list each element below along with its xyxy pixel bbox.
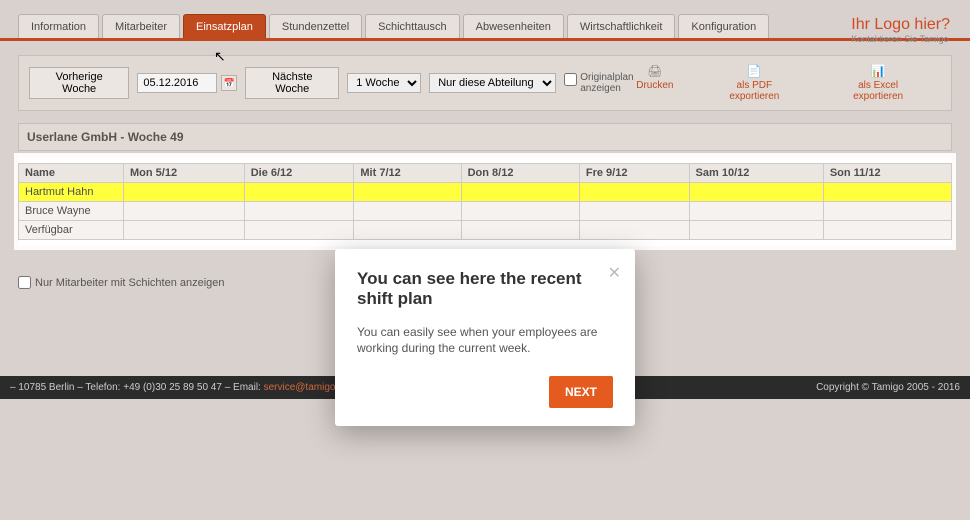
footer-left: – 10785 Berlin – Telefon: +49 (0)30 25 8…	[10, 382, 349, 393]
close-icon[interactable]: ✕	[608, 263, 621, 283]
modal-body: You can easily see when your employees a…	[357, 324, 613, 356]
schedule-cell[interactable]	[244, 183, 354, 202]
original-plan-checkbox[interactable]	[564, 73, 577, 86]
original-plan-toggle[interactable]: Originalplan anzeigen	[564, 72, 628, 94]
table-header: Mon 5/12	[124, 164, 245, 183]
tab-abwesenheiten[interactable]: Abwesenheiten	[463, 14, 564, 38]
schedule-cell[interactable]	[461, 183, 579, 202]
schedule-cell[interactable]	[354, 221, 461, 240]
schedule-cell[interactable]	[579, 221, 689, 240]
department-select[interactable]: Nur diese Abteilung	[429, 73, 556, 93]
schedule-table: NameMon 5/12Die 6/12Mit 7/12Don 8/12Fre …	[18, 163, 952, 240]
table-header: Die 6/12	[244, 164, 354, 183]
schedule-cell[interactable]	[579, 202, 689, 221]
print-button[interactable]: 🖨 Drucken	[636, 64, 673, 102]
schedule-cell[interactable]	[461, 221, 579, 240]
calendar-icon[interactable]: 📅	[221, 75, 237, 91]
toolbar: Vorherige Woche 📅 Nächste Woche 1 Woche …	[18, 55, 952, 111]
excel-icon: 📊	[835, 64, 921, 78]
schedule-cell[interactable]	[579, 183, 689, 202]
section-title: Userlane GmbH - Woche 49	[18, 123, 952, 151]
schedule-cell[interactable]	[823, 202, 951, 221]
schedule-cell[interactable]	[124, 202, 245, 221]
logo-area: Ihr Logo hier? Kontaktieren Sie Tamigo	[851, 16, 950, 44]
tab-mitarbeiter[interactable]: Mitarbeiter	[102, 14, 180, 38]
prev-week-button[interactable]: Vorherige Woche	[29, 67, 129, 99]
duration-select[interactable]: 1 Woche	[347, 73, 421, 93]
export-pdf-button[interactable]: 📄 als PDF exportieren	[713, 64, 795, 102]
date-input[interactable]	[137, 73, 217, 93]
pdf-icon: 📄	[713, 64, 795, 78]
logo-title: Ihr Logo hier?	[851, 16, 950, 34]
export-excel-button[interactable]: 📊 als Excel exportieren	[835, 64, 921, 102]
table-header: Sam 10/12	[689, 164, 823, 183]
schedule-cell[interactable]	[124, 183, 245, 202]
tab-stundenzettel[interactable]: Stundenzettel	[269, 14, 362, 38]
schedule-cell[interactable]	[354, 183, 461, 202]
row-name: Hartmut Hahn	[19, 183, 124, 202]
schedule-cell[interactable]	[689, 202, 823, 221]
table-header: Name	[19, 164, 124, 183]
schedule-cell[interactable]	[461, 202, 579, 221]
schedule-cell[interactable]	[823, 183, 951, 202]
export-group: 🖨 Drucken 📄 als PDF exportieren 📊 als Ex…	[636, 64, 941, 102]
schedule-cell[interactable]	[244, 221, 354, 240]
schedule-cell[interactable]	[823, 221, 951, 240]
tab-einsatzplan[interactable]: Einsatzplan	[183, 14, 266, 38]
table-header: Mit 7/12	[354, 164, 461, 183]
filter-shifts-label: Nur Mitarbeiter mit Schichten anzeigen	[35, 277, 225, 289]
row-name: Bruce Wayne	[19, 202, 124, 221]
schedule-table-panel: NameMon 5/12Die 6/12Mit 7/12Don 8/12Fre …	[18, 157, 952, 246]
modal-title: You can see here the recent shift plan	[357, 269, 613, 310]
schedule-cell[interactable]	[124, 221, 245, 240]
table-header: Fre 9/12	[579, 164, 689, 183]
schedule-cell[interactable]	[689, 183, 823, 202]
tab-wirtschaftlichkeit[interactable]: Wirtschaftlichkeit	[567, 14, 676, 38]
table-row[interactable]: Verfügbar	[19, 221, 952, 240]
filter-shifts-checkbox[interactable]	[18, 276, 31, 289]
tab-konfiguration[interactable]: Konfiguration	[678, 14, 769, 38]
table-header: Don 8/12	[461, 164, 579, 183]
tab-schichttausch[interactable]: Schichttausch	[365, 14, 459, 38]
print-icon: 🖨	[636, 64, 673, 78]
main-tabs: InformationMitarbeiterEinsatzplanStunden…	[0, 14, 970, 41]
date-picker[interactable]: 📅	[137, 73, 237, 93]
logo-subtitle: Kontaktieren Sie Tamigo	[851, 34, 950, 44]
schedule-cell[interactable]	[244, 202, 354, 221]
table-header-row: NameMon 5/12Die 6/12Mit 7/12Don 8/12Fre …	[19, 164, 952, 183]
table-header: Son 11/12	[823, 164, 951, 183]
footer-right: Copyright © Tamigo 2005 - 2016	[816, 382, 960, 393]
next-button[interactable]: NEXT	[549, 376, 613, 408]
tab-information[interactable]: Information	[18, 14, 99, 38]
onboarding-modal: ✕ You can see here the recent shift plan…	[335, 249, 635, 426]
next-week-button[interactable]: Nächste Woche	[245, 67, 339, 99]
table-row[interactable]: Hartmut Hahn	[19, 183, 952, 202]
schedule-cell[interactable]	[689, 221, 823, 240]
original-plan-label: Originalplan anzeigen	[580, 72, 633, 94]
row-name: Verfügbar	[19, 221, 124, 240]
schedule-cell[interactable]	[354, 202, 461, 221]
table-row[interactable]: Bruce Wayne	[19, 202, 952, 221]
